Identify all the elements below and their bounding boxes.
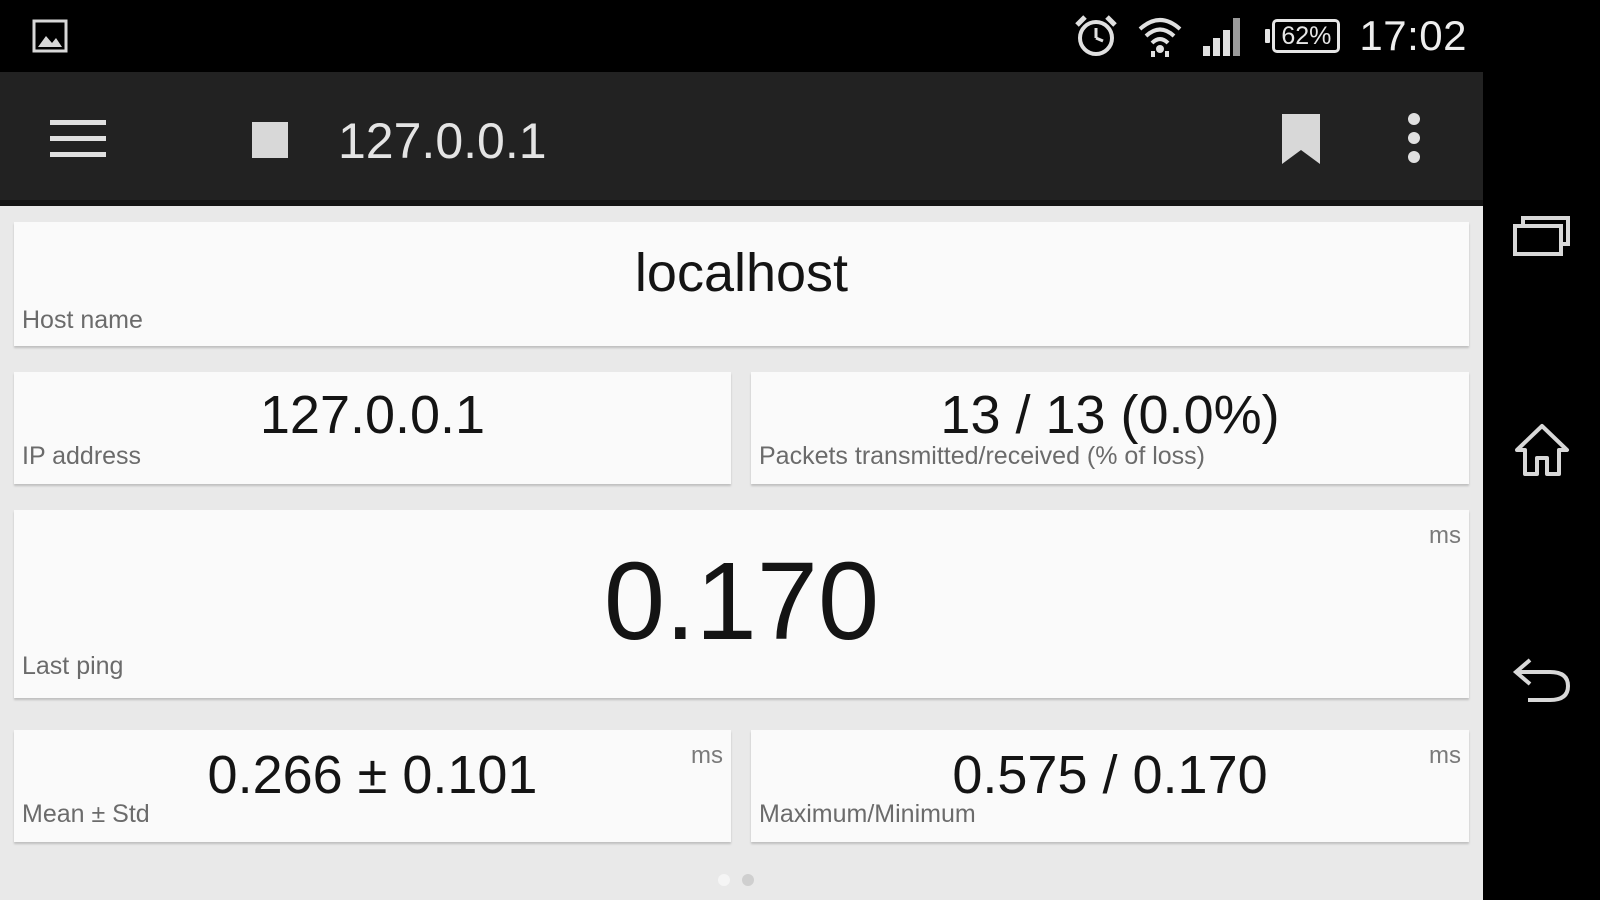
last-ping-label: Last ping [22, 652, 124, 680]
max-min-label: Maximum/Minimum [759, 800, 976, 828]
page-dot-1[interactable] [718, 874, 730, 886]
wifi-icon [1139, 18, 1182, 57]
stop-icon[interactable] [252, 122, 288, 158]
back-icon [1512, 658, 1570, 702]
mean-std-value: 0.266 ± 0.101 [207, 745, 538, 805]
battery-icon: 62% [1265, 19, 1341, 53]
screen: 62% 17:02 127.0.0.1 localhost Host name [0, 0, 1600, 900]
status-icons: 62% 17:02 [1073, 10, 1467, 62]
alarm-icon [1075, 15, 1118, 56]
status-bar: 62% 17:02 [0, 0, 1483, 72]
host-name-card: localhost Host name [14, 222, 1469, 346]
page-title: 127.0.0.1 [338, 113, 547, 169]
home-icon [1514, 424, 1569, 476]
home-button[interactable] [1483, 410, 1600, 490]
last-ping-card: ms 0.170 Last ping [14, 510, 1469, 698]
recent-apps-button[interactable] [1483, 196, 1600, 276]
signal-icon [1203, 18, 1241, 56]
status-clock: 17:02 [1359, 12, 1467, 59]
max-min-card: ms 0.575 / 0.170 Maximum/Minimum [751, 730, 1469, 842]
navigation-bar [1483, 0, 1600, 900]
battery-tip [1265, 29, 1271, 43]
ip-address-card: 127.0.0.1 IP address [14, 372, 731, 484]
last-ping-value: 0.170 [603, 540, 880, 663]
action-bar: 127.0.0.1 [0, 72, 1483, 206]
page-indicator [718, 874, 754, 886]
mean-std-card: ms 0.266 ± 0.101 Mean ± Std [14, 730, 731, 842]
page-dot-2[interactable] [742, 874, 754, 886]
back-button[interactable] [1483, 640, 1600, 720]
picture-icon [32, 19, 68, 53]
menu-icon[interactable] [50, 118, 106, 160]
max-min-value: 0.575 / 0.170 [952, 745, 1268, 805]
overflow-menu-icon[interactable] [1406, 112, 1422, 166]
mean-std-label: Mean ± Std [22, 800, 150, 828]
packets-label: Packets transmitted/received (% of loss) [759, 442, 1205, 470]
ip-address-value: 127.0.0.1 [259, 385, 486, 445]
recent-apps-icon [1512, 216, 1570, 256]
ip-address-label: IP address [22, 442, 142, 470]
content-area: localhost Host name 127.0.0.1 IP address… [0, 206, 1483, 900]
packets-card: 13 / 13 (0.0%) Packets transmitted/recei… [751, 372, 1469, 484]
bookmark-icon[interactable] [1280, 112, 1322, 166]
packets-value: 13 / 13 (0.0%) [940, 385, 1280, 445]
battery-percent: 62% [1272, 19, 1341, 53]
host-name-label: Host name [22, 306, 143, 334]
host-name-value: localhost [634, 243, 849, 303]
